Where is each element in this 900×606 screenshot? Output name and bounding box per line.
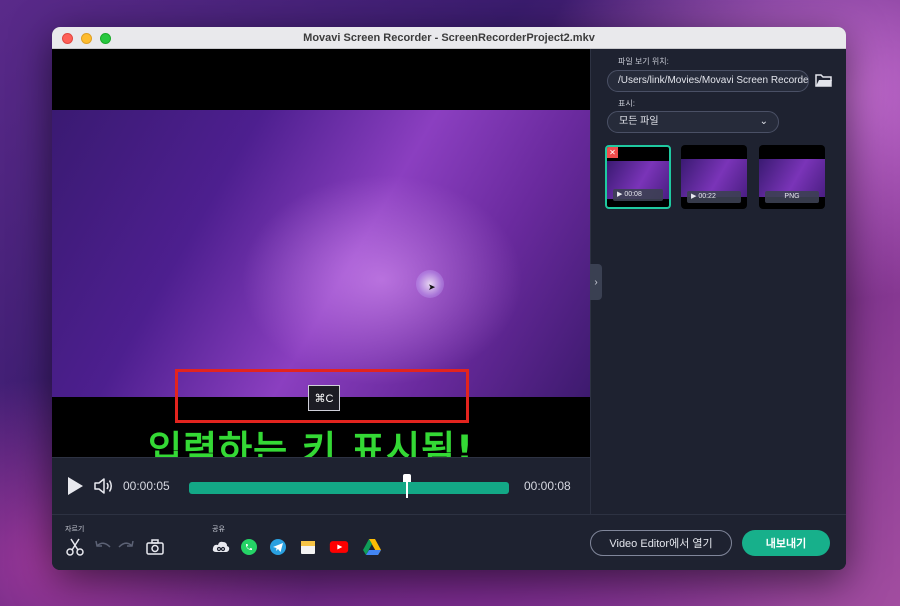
folder-open-icon[interactable] <box>815 73 833 88</box>
thumbnail-duration: ▶ 00:08 <box>613 189 663 201</box>
video-preview[interactable]: ➤ ⌘C 입력하는 키 표시됨! <box>52 49 590 457</box>
bottom-toolbar: 자르기 공유 Video Editor에서 열기 내보내기 <box>52 514 846 570</box>
file-sidebar: 파일 보기 위치: /Users/link/Movies/Movavi Scre… <box>590 49 846 514</box>
volume-icon[interactable] <box>94 477 114 495</box>
maximize-window-button[interactable] <box>100 33 111 44</box>
display-filter-select[interactable]: 모든 파일 ⌄ <box>607 111 779 133</box>
scissors-icon[interactable] <box>65 537 85 557</box>
open-in-video-editor-button[interactable]: Video Editor에서 열기 <box>590 530 732 556</box>
playhead-handle[interactable] <box>402 474 411 498</box>
keystroke-chip: ⌘C <box>308 385 340 411</box>
title-bar: Movavi Screen Recorder - ScreenRecorderP… <box>52 27 846 49</box>
playback-bar: 00:00:05 00:00:08 <box>52 457 590 514</box>
youtube-icon[interactable] <box>329 537 349 557</box>
thumbnail-item[interactable]: ✕ ▶ 00:08 <box>605 145 671 209</box>
location-label: 파일 보기 위치: <box>618 57 669 66</box>
sidebar-collapse-toggle[interactable]: › <box>590 264 602 300</box>
undo-icon[interactable] <box>93 537 113 557</box>
whatsapp-icon[interactable] <box>239 537 259 557</box>
redo-icon[interactable] <box>116 537 136 557</box>
keystroke-caption: 입력하는 키 표시됨! <box>148 428 474 457</box>
total-time: 00:00:08 <box>524 479 571 493</box>
minimize-window-button[interactable] <box>81 33 92 44</box>
folder-share-icon[interactable] <box>298 537 318 557</box>
play-icon[interactable] <box>66 476 84 496</box>
camera-icon[interactable] <box>145 537 165 557</box>
window-controls <box>62 33 111 44</box>
chevron-down-icon: ⌄ <box>759 116 768 127</box>
current-time: 00:00:05 <box>123 479 170 493</box>
display-label: 표시: <box>618 99 635 108</box>
thumbnail-item[interactable]: PNG <box>759 145 825 209</box>
chevron-right-icon: › <box>594 276 598 288</box>
app-window: Movavi Screen Recorder - ScreenRecorderP… <box>52 27 846 570</box>
export-button[interactable]: 내보내기 <box>742 530 830 556</box>
cursor-icon: ➤ <box>428 282 436 292</box>
timeline-track[interactable] <box>189 474 509 498</box>
preview-frame: ➤ <box>52 110 590 397</box>
keystroke-highlight-box: ⌘C <box>175 369 469 423</box>
close-window-button[interactable] <box>62 33 73 44</box>
location-path-field[interactable]: /Users/link/Movies/Movavi Screen Recorde… <box>607 70 809 92</box>
cloud-link-icon[interactable] <box>211 537 231 557</box>
delete-icon[interactable]: ✕ <box>607 147 618 158</box>
telegram-icon[interactable] <box>268 537 288 557</box>
thumbnail-item[interactable]: ▶ 00:22 <box>681 145 747 209</box>
google-drive-icon[interactable] <box>362 537 382 557</box>
cut-section-label: 자르기 <box>65 526 85 533</box>
share-section-label: 공유 <box>212 526 225 533</box>
thumbnail-type: PNG <box>765 191 819 203</box>
window-title: Movavi Screen Recorder - ScreenRecorderP… <box>303 31 595 44</box>
display-filter-value: 모든 파일 <box>619 116 659 127</box>
thumbnail-duration: ▶ 00:22 <box>687 191 741 203</box>
